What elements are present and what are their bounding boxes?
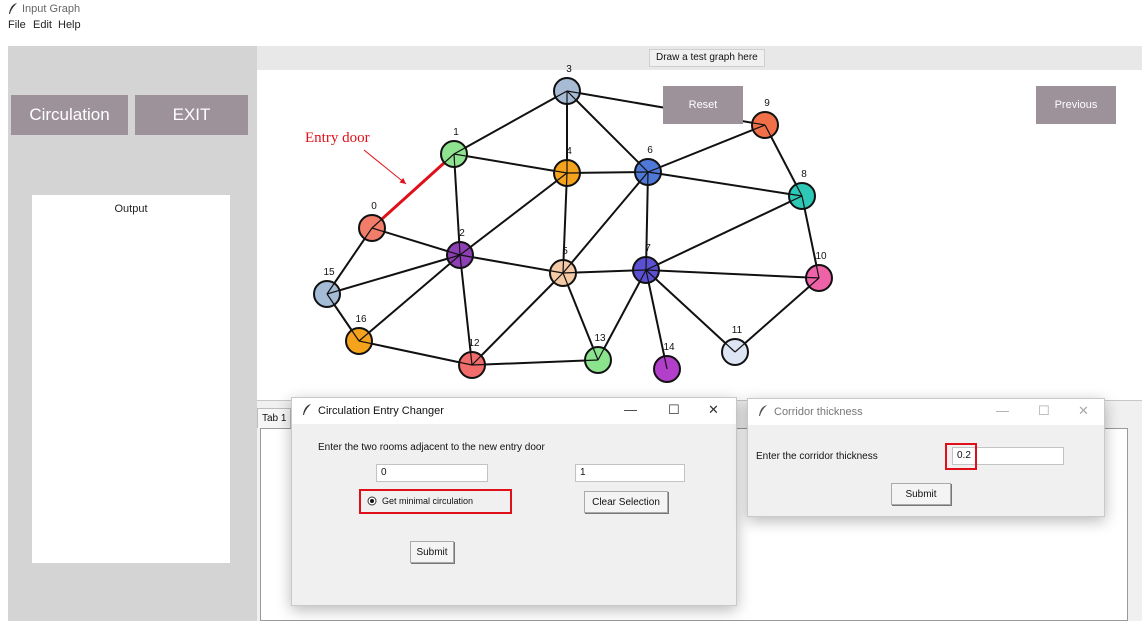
graph-node-8[interactable]: 8 [788, 169, 816, 210]
radio-label: Get minimal circulation [382, 496, 474, 506]
previous-button[interactable]: Previous [1036, 86, 1116, 124]
graph-node-label: 5 [562, 246, 568, 257]
graph-edge[interactable] [645, 195, 803, 271]
graph-node-3[interactable]: 3 [553, 64, 581, 105]
radio-button-icon[interactable] [367, 496, 377, 506]
graph-node-2[interactable]: 2 [446, 228, 474, 269]
graph-node-0[interactable]: 0 [358, 201, 386, 242]
graph-node-label: 0 [371, 201, 377, 212]
graph-edge[interactable] [645, 269, 668, 370]
entry-door-arrow [363, 149, 407, 185]
room-b-input[interactable]: 1 [575, 464, 685, 482]
graph-edge[interactable] [459, 172, 568, 256]
thickness-highlight-box [945, 443, 977, 470]
graph-node-label: 1 [453, 127, 459, 138]
node-spoke [805, 276, 820, 279]
node-spoke [645, 269, 660, 272]
entry-changer-title: Circulation Entry Changer [318, 405, 444, 417]
node-spoke [562, 259, 565, 274]
entry-changer-title-bar: Circulation Entry Changer — ☐ ✕ [292, 398, 736, 424]
graph-node-label: 16 [355, 314, 367, 325]
graph-edge[interactable] [358, 254, 461, 342]
graph-node-1[interactable]: 1 [440, 127, 468, 168]
graph-edge[interactable] [471, 359, 599, 366]
graph-edge[interactable] [562, 272, 599, 361]
graph-node-label: 4 [566, 146, 572, 157]
graph-node-10[interactable]: 10 [805, 251, 833, 292]
node-spoke [584, 359, 599, 362]
close-icon[interactable]: ✕ [1078, 403, 1089, 419]
graph-edge[interactable] [597, 269, 647, 361]
node-spoke [565, 172, 568, 187]
graph-node-11[interactable]: 11 [721, 325, 749, 366]
graph-node-7[interactable]: 7 [632, 243, 660, 284]
graph-edge[interactable] [326, 254, 461, 295]
graph-edge[interactable] [647, 124, 766, 173]
graph-edge[interactable] [459, 254, 564, 274]
graph-edge[interactable] [453, 90, 568, 155]
entry-submit-button[interactable]: Submit [410, 541, 454, 563]
graph-edge[interactable] [562, 171, 649, 274]
graph-edge[interactable] [647, 171, 803, 197]
graph-edge[interactable] [453, 153, 461, 256]
minimize-icon[interactable]: — [996, 403, 1009, 418]
entry-changer-dialog: Circulation Entry Changer — ☐ ✕ Enter th… [291, 397, 737, 606]
graph-edge[interactable] [734, 277, 820, 353]
feather-icon [303, 404, 311, 415]
graph-node-label: 9 [764, 98, 770, 109]
node-spoke [453, 153, 456, 168]
corridor-title-bar: Corridor thickness — ☐ ✕ [748, 399, 1104, 425]
graph-edge[interactable] [645, 171, 649, 271]
entry-edge[interactable] [370, 152, 456, 230]
minimize-icon[interactable]: — [624, 402, 637, 417]
corridor-title: Corridor thickness [774, 406, 863, 418]
corridor-thickness-dialog: Corridor thickness — ☐ ✕ Enter the corri… [747, 398, 1105, 517]
corridor-submit-button[interactable]: Submit [891, 483, 951, 505]
graph-edge[interactable] [453, 153, 568, 174]
graph-node-label: 10 [815, 251, 827, 262]
graph-node-5[interactable]: 5 [549, 246, 577, 287]
graph-node-label: 13 [594, 333, 606, 344]
close-icon[interactable]: ✕ [708, 402, 719, 418]
graph-node-label: 15 [323, 267, 335, 278]
maximize-icon[interactable]: ☐ [668, 402, 680, 418]
graph-edge[interactable] [645, 269, 820, 279]
entry-door-annotation: Entry door [305, 130, 370, 146]
clear-selection-button[interactable]: Clear Selection [584, 491, 668, 513]
node-spoke [471, 363, 486, 366]
graph-node-label: 3 [566, 64, 572, 75]
feather-icon [759, 405, 767, 416]
graph-node-label: 11 [732, 325, 743, 336]
graph-edge[interactable] [358, 340, 473, 366]
graph-node-6[interactable]: 6 [634, 145, 662, 186]
graph-node-16[interactable]: 16 [345, 314, 373, 355]
graph-node-label: 7 [645, 243, 651, 254]
graph-node-label: 2 [459, 228, 465, 239]
node-spoke [458, 241, 461, 256]
graph-node-label: 12 [468, 338, 480, 349]
graph-node-label: 6 [647, 145, 653, 156]
room-a-input[interactable]: 0 [376, 464, 488, 482]
graph-edge[interactable] [645, 269, 736, 353]
reset-button[interactable]: Reset [663, 86, 743, 124]
graph-canvas[interactable]: 0123456789101112 13141516 Entry door [0, 0, 1142, 400]
graph-node-15[interactable]: 15 [313, 267, 341, 308]
graph-node-label: 14 [663, 342, 675, 353]
graph-node-4[interactable]: 4 [553, 146, 581, 187]
maximize-icon[interactable]: ☐ [1038, 403, 1050, 419]
graph-node-12[interactable]: 12 [458, 338, 486, 379]
corridor-prompt: Enter the corridor thickness [756, 451, 878, 462]
graph-edge[interactable] [562, 172, 568, 274]
tab-1[interactable]: Tab 1 [257, 408, 291, 428]
graph-node-14[interactable]: 14 [653, 342, 681, 383]
graph-node-9[interactable]: 9 [751, 98, 779, 139]
graph-edge[interactable] [471, 272, 564, 366]
entry-prompt: Enter the two rooms adjacent to the new … [318, 442, 545, 453]
graph-node-label: 8 [801, 169, 807, 180]
